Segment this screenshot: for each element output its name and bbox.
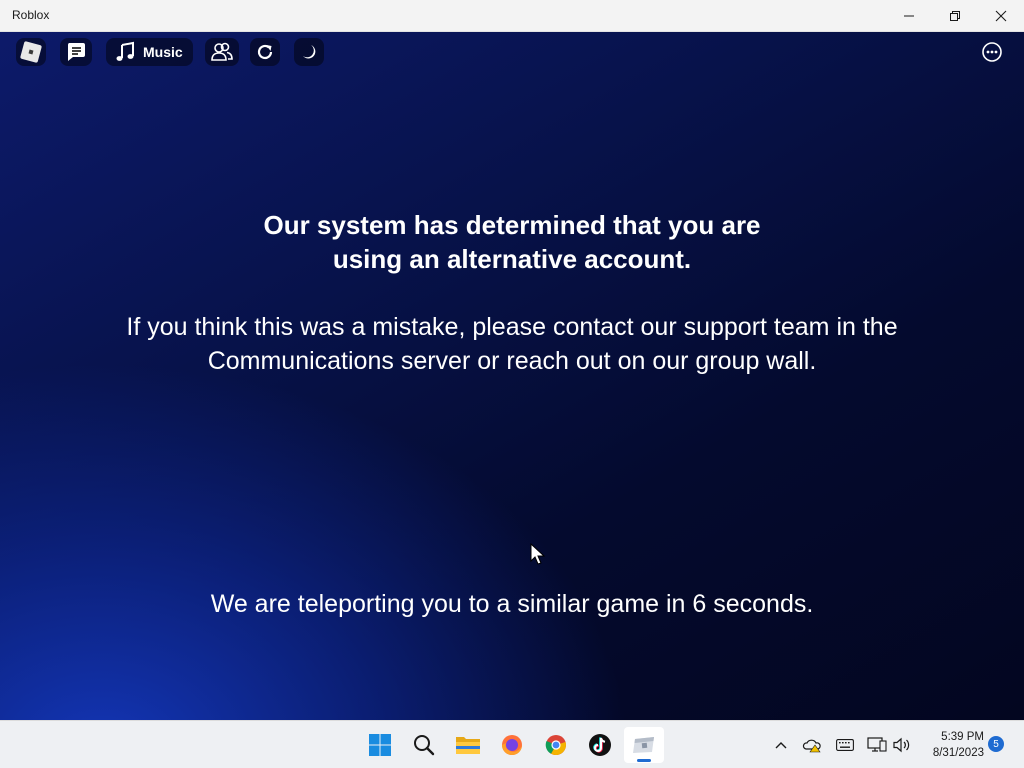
- more-options-button[interactable]: [977, 38, 1007, 66]
- clock-date: 8/31/2023: [932, 747, 984, 759]
- network-icon: [867, 737, 887, 752]
- music-note-icon: [116, 41, 134, 61]
- more-options-icon: [982, 42, 1002, 62]
- refresh-button[interactable]: [250, 38, 280, 66]
- start-button[interactable]: [360, 727, 400, 763]
- onedrive-warning-icon: [802, 739, 821, 753]
- chat-button[interactable]: [60, 38, 92, 66]
- ban-body-line1: If you think this was a mistake, please …: [126, 313, 898, 341]
- refresh-icon: [257, 44, 273, 60]
- volume-tray[interactable]: [892, 735, 912, 755]
- search-icon: [414, 735, 435, 756]
- friends-button[interactable]: [205, 38, 239, 66]
- moon-button[interactable]: [294, 38, 324, 66]
- close-icon: [995, 10, 1007, 22]
- minimize-icon: [904, 15, 914, 17]
- window-title: Roblox: [12, 8, 50, 22]
- ban-heading-line2: using an alternative account.: [332, 244, 692, 274]
- minimize-button[interactable]: [886, 0, 932, 32]
- ban-body-line2: Communications server or reach out on ou…: [207, 347, 817, 375]
- roblox-menu-icon: [20, 41, 42, 63]
- chrome-icon: [545, 735, 566, 756]
- keyboard-tray[interactable]: [835, 735, 855, 755]
- close-button[interactable]: [978, 0, 1024, 32]
- music-label: Music: [143, 44, 183, 60]
- restore-button[interactable]: [932, 0, 978, 32]
- taskbar: 5:39 PM 8/31/2023: [0, 720, 1024, 768]
- moon-icon: [303, 45, 316, 59]
- show-hidden-icons-button[interactable]: [772, 735, 790, 755]
- keyboard-icon: [836, 739, 854, 751]
- windows-start-icon: [369, 734, 391, 756]
- roblox-taskbar-button[interactable]: [624, 727, 664, 763]
- chat-icon: [67, 43, 85, 61]
- notification-badge[interactable]: 5: [988, 736, 1004, 752]
- firefox-icon: [502, 735, 522, 755]
- clock-time: 5:39 PM: [941, 731, 984, 743]
- chrome-button[interactable]: [536, 727, 576, 763]
- mouse-cursor-icon: [530, 543, 546, 565]
- ban-heading: Our system has determined that you are u…: [0, 208, 1024, 276]
- game-viewport[interactable]: Music Our system has determined that you…: [0, 32, 1024, 720]
- roblox-menu-button[interactable]: [16, 38, 46, 66]
- restore-icon: [950, 11, 960, 21]
- tiktok-icon: [589, 734, 611, 756]
- file-explorer-button[interactable]: [448, 727, 488, 763]
- firefox-button[interactable]: [492, 727, 532, 763]
- tiktok-button[interactable]: [580, 727, 620, 763]
- ban-heading-line1: Our system has determined that you are: [263, 210, 761, 240]
- roblox-app-icon: [633, 737, 654, 753]
- window-titlebar: Roblox: [0, 0, 1024, 32]
- folder-icon: [456, 737, 480, 754]
- network-tray[interactable]: [866, 735, 888, 755]
- teleport-message: We are teleporting you to a similar game…: [210, 590, 814, 618]
- search-button[interactable]: [404, 727, 444, 763]
- active-app-indicator: [637, 759, 651, 762]
- ban-body: If you think this was a mistake, please …: [0, 310, 1024, 378]
- onedrive-tray[interactable]: [802, 735, 822, 755]
- music-button[interactable]: Music: [106, 38, 193, 66]
- volume-icon: [893, 737, 910, 753]
- friends-icon: [211, 42, 233, 61]
- taskbar-clock[interactable]: 5:39 PM 8/31/2023: [922, 729, 984, 761]
- chevron-up-icon: [775, 742, 787, 749]
